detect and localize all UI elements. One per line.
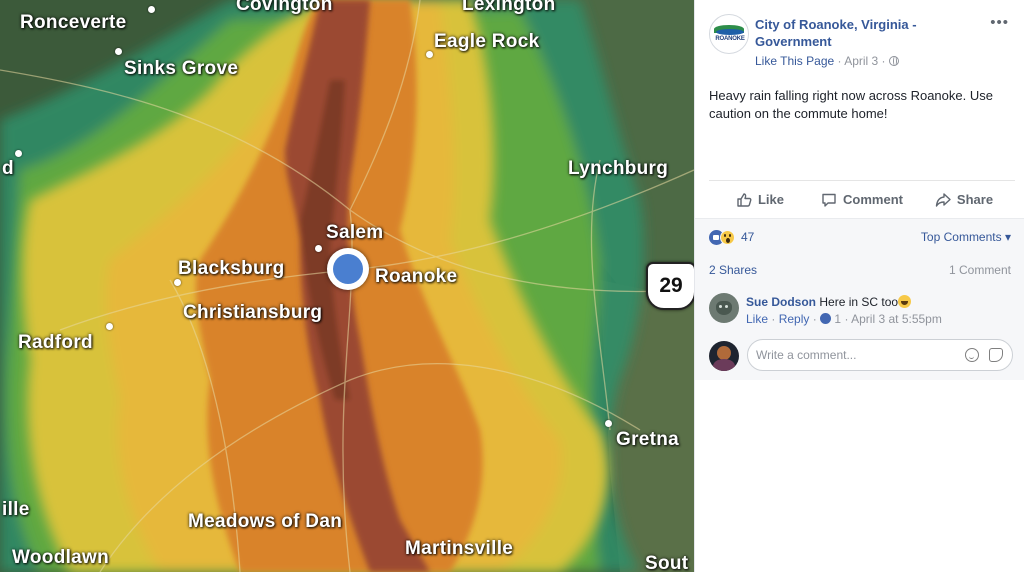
- city-label-christiansburg: Christiansburg: [183, 302, 323, 323]
- top-comments-dropdown[interactable]: Top Comments ▾: [921, 230, 1011, 244]
- commenter-name-link[interactable]: Sue Dodson: [746, 295, 816, 309]
- city-label-ronceverte: Ronceverte: [20, 12, 127, 33]
- comment-like-link[interactable]: Like: [746, 312, 768, 326]
- current-user-avatar: [709, 341, 739, 371]
- location-dot: [333, 254, 363, 284]
- city-label-eagle-rock: Eagle Rock: [434, 31, 540, 52]
- city-dot: [115, 48, 122, 55]
- city-dot: [426, 51, 433, 58]
- comments-section: 47 Top Comments ▾ 2 Shares 1 Comment Sue…: [695, 218, 1024, 380]
- like-reaction-icon: [820, 313, 832, 324]
- city-label-martinsville: Martinsville: [405, 538, 514, 559]
- thumbs-up-icon: [737, 192, 752, 207]
- post-date[interactable]: April 3: [844, 54, 878, 68]
- city-label-salem: Salem: [326, 222, 384, 243]
- like-page-link[interactable]: Like This Page: [755, 54, 834, 68]
- comment-button[interactable]: Comment: [811, 181, 913, 218]
- meta-separator: ·: [881, 54, 889, 68]
- write-comment-row: [709, 339, 1015, 373]
- reaction-count[interactable]: 47: [741, 230, 754, 244]
- reactions-summary[interactable]: 47 Top Comments ▾: [709, 229, 1011, 247]
- post-panel: ROANOKE City of Roanoke, Virginia - Gove…: [694, 0, 1024, 572]
- share-arrow-icon: [935, 192, 951, 207]
- meta-separator: ·: [812, 312, 821, 326]
- city-label-lynchburg: Lynchburg: [568, 158, 669, 179]
- city-label-partial: d: [2, 158, 14, 179]
- laughing-emoji-icon: [898, 295, 912, 308]
- post-meta: Like This Page · April 3 ·: [755, 54, 899, 68]
- caret-down-icon: ▾: [1004, 230, 1011, 244]
- comment-content: Sue Dodson Here in SC too: [746, 295, 912, 309]
- current-location-marker: [327, 248, 369, 290]
- city-label-partial: ille: [2, 499, 30, 520]
- post-action-bar: Like Comment Share: [709, 180, 1015, 218]
- page-avatar[interactable]: ROANOKE: [709, 14, 749, 54]
- city-label-covington: Covington: [236, 0, 333, 15]
- city-dot: [605, 420, 612, 427]
- city-label-roanoke: Roanoke: [375, 266, 458, 287]
- city-label-lexington: Lexington: [462, 0, 556, 15]
- city-label-meadows-of-dan: Meadows of Dan: [188, 511, 343, 532]
- comment-actions: Like · Reply · 1 · April 3 at 5:55pm: [746, 312, 942, 326]
- comment-timestamp[interactable]: April 3 at 5:55pm: [851, 312, 942, 326]
- logo-text: ROANOKE: [715, 36, 745, 42]
- more-options-icon[interactable]: •••: [990, 14, 1009, 31]
- comment-like-count[interactable]: 1: [834, 312, 841, 326]
- commenter-avatar[interactable]: [709, 293, 739, 323]
- globe-icon: [888, 56, 899, 66]
- city-label-sinks-grove: Sinks Grove: [124, 58, 239, 79]
- shares-count-link[interactable]: 2 Shares: [709, 263, 757, 277]
- city-dot: [106, 323, 113, 330]
- like-button[interactable]: Like: [709, 181, 811, 218]
- share-button-label: Share: [956, 192, 994, 207]
- city-dot: [174, 279, 181, 286]
- top-comments-label: Top Comments: [920, 230, 1002, 244]
- city-label-partial: Sout: [645, 553, 689, 572]
- share-button[interactable]: Share: [913, 181, 1015, 218]
- comment-bubble-icon: [822, 193, 836, 207]
- like-button-label: Like: [757, 192, 784, 207]
- shares-row: 2 Shares 1 Comment: [709, 263, 1011, 279]
- post-header: ROANOKE City of Roanoke, Virginia - Gove…: [709, 14, 1019, 70]
- comment-button-label: Comment: [843, 192, 903, 207]
- comment-text: Here in SC too: [819, 295, 899, 309]
- logo-wave-icon: [716, 29, 744, 35]
- emoji-picker-icon[interactable]: [965, 348, 979, 362]
- highway-number: 29: [659, 274, 683, 297]
- city-dot: [15, 150, 22, 157]
- highway-shield-icon: 29: [646, 262, 694, 310]
- city-label-gretna: Gretna: [616, 429, 680, 450]
- post-body-text: Heavy rain falling right now across Roan…: [709, 88, 993, 121]
- comment-reply-link[interactable]: Reply: [779, 312, 810, 326]
- city-label-woodlawn: Woodlawn: [12, 547, 110, 568]
- page-name-link[interactable]: City of Roanoke, Virginia - Government: [755, 16, 975, 50]
- city-dot: [315, 245, 322, 252]
- city-label-radford: Radford: [18, 332, 93, 353]
- comment-count-link[interactable]: 1 Comment: [949, 263, 1011, 277]
- comment-item: Sue Dodson Here in SC too Like · Reply ·…: [709, 293, 1015, 333]
- city-dot: [148, 6, 155, 13]
- city-label-blacksburg: Blacksburg: [178, 258, 285, 279]
- radar-map: Ronceverte Covington Lexington Eagle Roc…: [0, 0, 694, 572]
- meta-separator: ·: [771, 312, 779, 326]
- wow-reaction-icon: [720, 230, 735, 245]
